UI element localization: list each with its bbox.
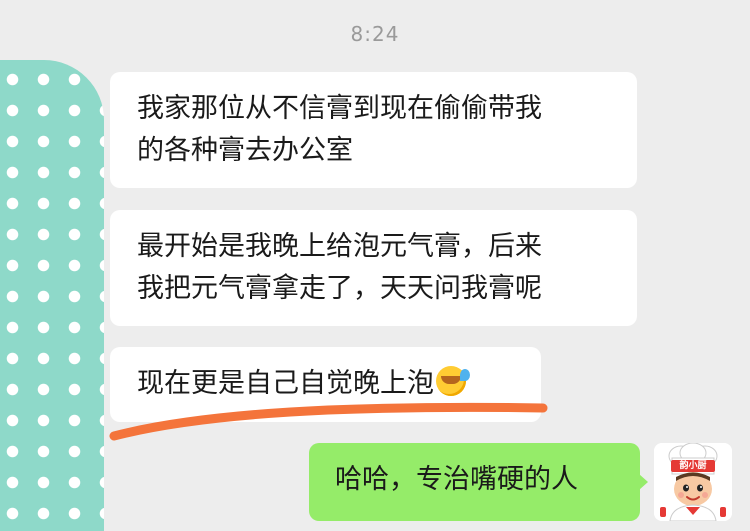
highlight-underline (109, 402, 548, 441)
chef-avatar-icon (654, 443, 732, 521)
crying-laughing-emoji-icon (436, 366, 470, 396)
bubble-tail (639, 474, 648, 490)
message-text-line: 我把元气膏拿走了，天天问我膏呢 (137, 273, 542, 304)
my-avatar[interactable]: 韵小厨 (654, 443, 732, 521)
message-text-line: 最开始是我晚上给泡元气膏，后来 (137, 231, 542, 262)
message-bubble-2[interactable]: 最开始是我晚上给泡元气膏，后来 我把元气膏拿走了，天天问我膏呢 (110, 210, 637, 326)
avatar-badge-text: 韵小厨 (679, 461, 707, 471)
my-message-bubble[interactable]: 哈哈，专治嘴硬的人 (309, 443, 640, 521)
message-text-line: 我家那位从不信膏到现在偷偷带我 (137, 93, 542, 124)
message-text: 哈哈，专治嘴硬的人 (335, 464, 578, 495)
message-timestamp: 8:24 (350, 22, 400, 46)
message-text: 现在更是自己自觉晚上泡 (137, 368, 434, 399)
message-text-line: 的各种膏去办公室 (137, 135, 353, 166)
message-bubble-1[interactable]: 我家那位从不信膏到现在偷偷带我 的各种膏去办公室 (110, 72, 637, 188)
sender-avatar[interactable] (0, 60, 104, 531)
